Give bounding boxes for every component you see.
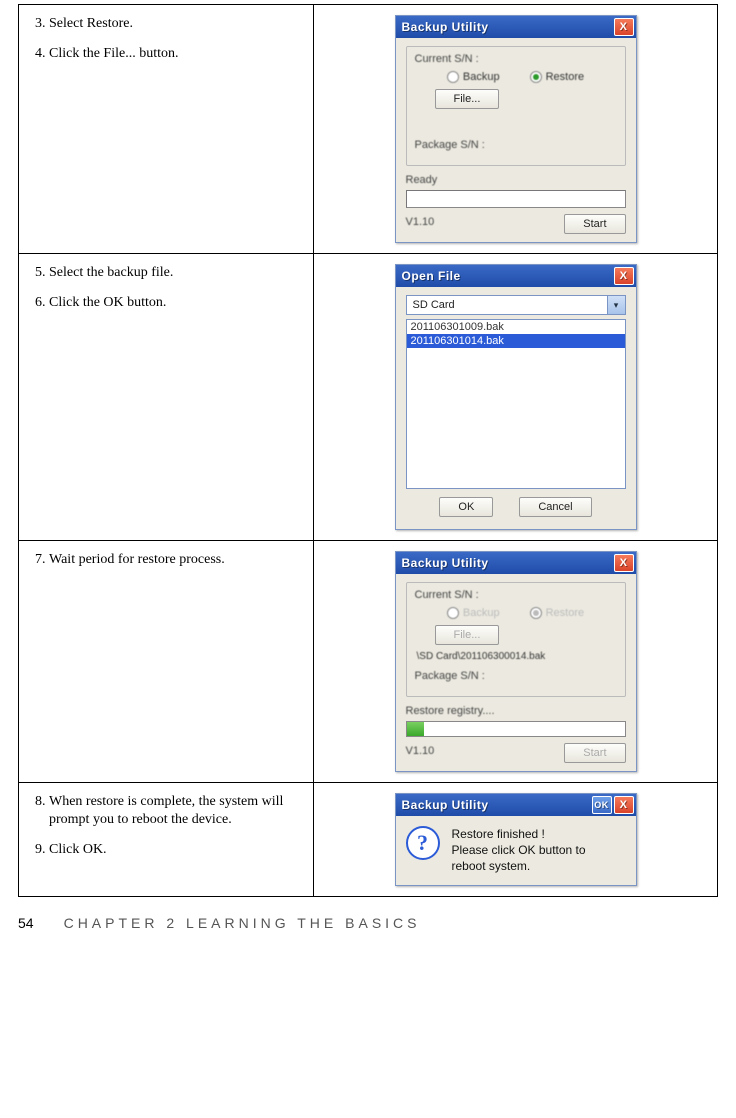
page-footer: 54 CHAPTER 2 LEARNING THE BASICS bbox=[18, 915, 718, 931]
close-icon[interactable]: X bbox=[614, 267, 634, 285]
start-button: Start bbox=[564, 743, 625, 763]
close-icon[interactable]: X bbox=[614, 796, 634, 814]
list-item[interactable]: 201106301014.bak bbox=[407, 334, 625, 348]
progress-fill bbox=[407, 722, 424, 736]
step-9: Click OK. bbox=[49, 841, 305, 859]
chevron-down-icon[interactable]: ▾ bbox=[607, 296, 625, 314]
step-cell-1: Select Restore. Click the File... button… bbox=[19, 5, 314, 254]
chapter-title: CHAPTER 2 LEARNING THE BASICS bbox=[64, 915, 421, 931]
radio-backup-label: Backup bbox=[463, 607, 500, 619]
dialog-title: Open File bbox=[402, 269, 612, 283]
step-cell-4: When restore is complete, the system wil… bbox=[19, 783, 314, 897]
dialog-title: Backup Utility bbox=[402, 556, 612, 570]
msg-line-1: Restore finished ! bbox=[452, 826, 586, 842]
start-button[interactable]: Start bbox=[564, 214, 625, 234]
close-icon[interactable]: X bbox=[614, 554, 634, 572]
file-button[interactable]: File... bbox=[435, 89, 500, 109]
msg-line-2: Please click OK button to bbox=[452, 842, 586, 858]
step-3: Select Restore. bbox=[49, 15, 305, 33]
file-path: \SD Card\201106300014.bak bbox=[417, 651, 617, 662]
file-button: File... bbox=[435, 625, 500, 645]
cancel-button[interactable]: Cancel bbox=[519, 497, 591, 517]
radio-restore[interactable]: Restore bbox=[530, 71, 585, 83]
step-8: When restore is complete, the system wil… bbox=[49, 793, 305, 829]
message-text: Restore finished ! Please click OK butto… bbox=[452, 826, 586, 875]
radio-restore-label: Restore bbox=[546, 607, 585, 619]
list-item[interactable]: 201106301009.bak bbox=[407, 320, 625, 334]
step-cell-2: Select the backup file. Click the OK but… bbox=[19, 254, 314, 541]
step-6: Click the OK button. bbox=[49, 294, 305, 312]
file-listbox[interactable]: 201106301009.bak 201106301014.bak bbox=[406, 319, 626, 489]
backup-utility-dialog: Backup Utility X Current S/N : Backup Re… bbox=[395, 15, 637, 243]
screenshot-cell-1: Backup Utility X Current S/N : Backup Re… bbox=[314, 5, 718, 254]
current-sn-label: Current S/N : bbox=[415, 589, 617, 601]
step-4: Click the File... button. bbox=[49, 45, 305, 63]
page-number: 54 bbox=[18, 915, 34, 931]
radio-backup: Backup bbox=[447, 607, 500, 619]
step-5: Select the backup file. bbox=[49, 264, 305, 282]
current-sn-label: Current S/N : bbox=[415, 53, 617, 65]
status-label: Restore registry.... bbox=[406, 705, 626, 717]
step-7: Wait period for restore process. bbox=[49, 551, 305, 569]
screenshot-cell-4: Backup Utility OK X ? Restore finished !… bbox=[314, 783, 718, 897]
progress-bar bbox=[406, 721, 626, 737]
radio-restore: Restore bbox=[530, 607, 585, 619]
radio-backup-label: Backup bbox=[463, 71, 500, 83]
open-file-dialog: Open File X SD Card ▾ 201106301009.bak 2… bbox=[395, 264, 637, 530]
ok-button[interactable]: OK bbox=[439, 497, 493, 517]
close-icon[interactable]: X bbox=[614, 18, 634, 36]
package-sn-label: Package S/N : bbox=[415, 670, 617, 682]
ok-titlebar-button[interactable]: OK bbox=[592, 796, 612, 814]
radio-restore-label: Restore bbox=[546, 71, 585, 83]
question-icon: ? bbox=[406, 826, 440, 860]
drive-select-value: SD Card bbox=[407, 299, 607, 311]
drive-select[interactable]: SD Card ▾ bbox=[406, 295, 626, 315]
screenshot-cell-2: Open File X SD Card ▾ 201106301009.bak 2… bbox=[314, 254, 718, 541]
version-label: V1.10 bbox=[406, 745, 435, 757]
dialog-title: Backup Utility bbox=[402, 20, 612, 34]
backup-utility-dialog-progress: Backup Utility X Current S/N : Backup Re… bbox=[395, 551, 637, 772]
package-sn-label: Package S/N : bbox=[415, 139, 617, 151]
version-label: V1.10 bbox=[406, 216, 435, 228]
screenshot-cell-3: Backup Utility X Current S/N : Backup Re… bbox=[314, 541, 718, 783]
dialog-title: Backup Utility bbox=[402, 798, 590, 812]
step-cell-3: Wait period for restore process. bbox=[19, 541, 314, 783]
status-field bbox=[406, 190, 626, 208]
radio-backup[interactable]: Backup bbox=[447, 71, 500, 83]
restore-finished-dialog: Backup Utility OK X ? Restore finished !… bbox=[395, 793, 637, 886]
msg-line-3: reboot system. bbox=[452, 858, 586, 874]
status-label: Ready bbox=[406, 174, 626, 186]
